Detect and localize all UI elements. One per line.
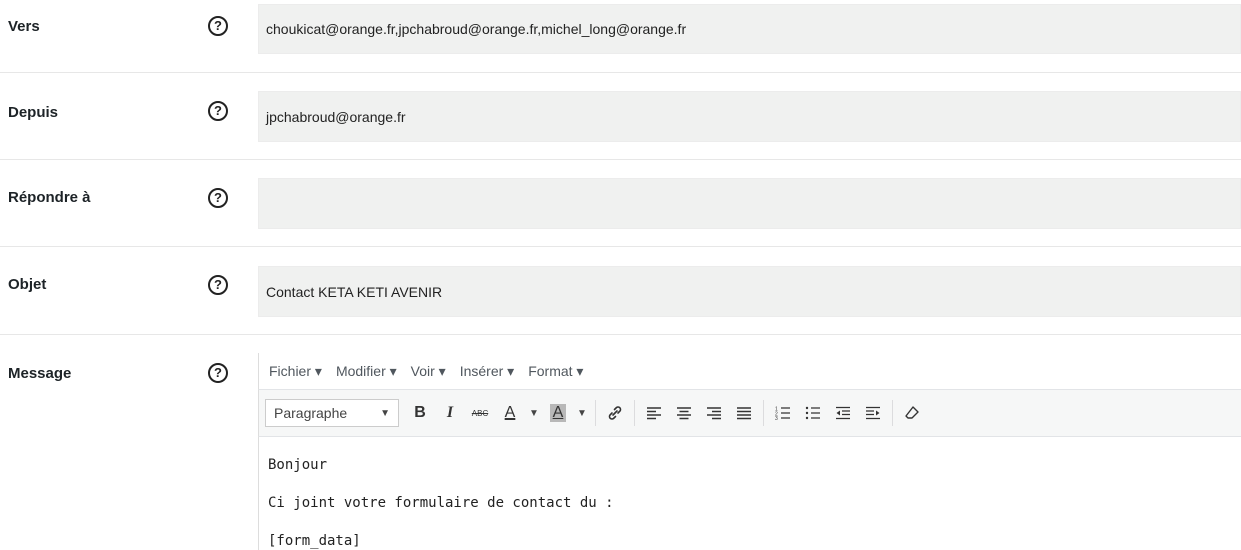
from-label: Depuis — [8, 104, 59, 121]
help-icon[interactable]: ? — [208, 275, 228, 295]
align-center-icon[interactable] — [671, 399, 697, 427]
subject-label: Objet — [8, 276, 47, 293]
reply-to-label: Répondre à — [8, 189, 91, 206]
toolbar-separator — [634, 400, 635, 426]
menu-file[interactable]: Fichier ▾ — [269, 363, 322, 380]
help-icon[interactable]: ? — [208, 101, 228, 121]
svg-text:3: 3 — [775, 416, 778, 420]
indent-icon[interactable] — [860, 399, 886, 427]
bold-icon[interactable]: B — [407, 399, 433, 427]
chevron-down-icon[interactable]: ▼ — [527, 399, 541, 427]
message-editor-content[interactable]: Bonjour Ci joint votre formulaire de con… — [258, 437, 1241, 550]
help-icon[interactable]: ? — [208, 16, 228, 36]
paragraph-format-value: Paragraphe — [274, 405, 348, 421]
editor-toolbar: Paragraphe ▼ B I ABC A ▼ A ▼ 123 — [258, 389, 1241, 437]
italic-icon[interactable]: I — [437, 399, 463, 427]
help-icon[interactable]: ? — [208, 363, 228, 383]
paragraph-format-select[interactable]: Paragraphe ▼ — [265, 399, 399, 427]
align-right-icon[interactable] — [701, 399, 727, 427]
to-field[interactable]: choukicat@orange.fr,jpchabroud@orange.fr… — [258, 4, 1241, 54]
help-icon[interactable]: ? — [208, 188, 228, 208]
divider — [0, 246, 1241, 247]
bullet-list-icon[interactable] — [800, 399, 826, 427]
text-color-icon[interactable]: A — [497, 399, 523, 427]
chevron-down-icon: ▼ — [380, 407, 390, 419]
clear-formatting-icon[interactable] — [899, 399, 925, 427]
align-justify-icon[interactable] — [731, 399, 757, 427]
to-label: Vers — [8, 18, 40, 35]
menu-view[interactable]: Voir ▾ — [411, 363, 446, 380]
chevron-down-icon[interactable]: ▼ — [575, 399, 589, 427]
align-left-icon[interactable] — [641, 399, 667, 427]
message-line: [form_data] — [268, 533, 361, 549]
menu-edit[interactable]: Modifier ▾ — [336, 363, 397, 380]
toolbar-separator — [892, 400, 893, 426]
toolbar-separator — [763, 400, 764, 426]
message-line: Ci joint votre formulaire de contact du … — [268, 495, 614, 511]
message-label: Message — [8, 365, 72, 382]
from-field[interactable]: jpchabroud@orange.fr — [258, 91, 1241, 142]
subject-field[interactable]: Contact KETA KETI AVENIR — [258, 266, 1241, 317]
menu-insert[interactable]: Insérer ▾ — [460, 363, 515, 380]
outdent-icon[interactable] — [830, 399, 856, 427]
message-line: Bonjour — [268, 457, 328, 473]
numbered-list-icon[interactable]: 123 — [770, 399, 796, 427]
divider — [0, 334, 1241, 335]
toolbar-separator — [595, 400, 596, 426]
strikethrough-icon[interactable]: ABC — [467, 399, 493, 427]
reply-to-field[interactable] — [258, 178, 1241, 229]
link-icon[interactable] — [602, 399, 628, 427]
menu-format[interactable]: Format ▾ — [528, 363, 583, 380]
divider — [0, 159, 1241, 160]
background-color-icon[interactable]: A — [545, 399, 571, 427]
editor-menubar: Fichier ▾ Modifier ▾ Voir ▾ Insérer ▾ Fo… — [258, 353, 1241, 389]
divider — [0, 72, 1241, 73]
